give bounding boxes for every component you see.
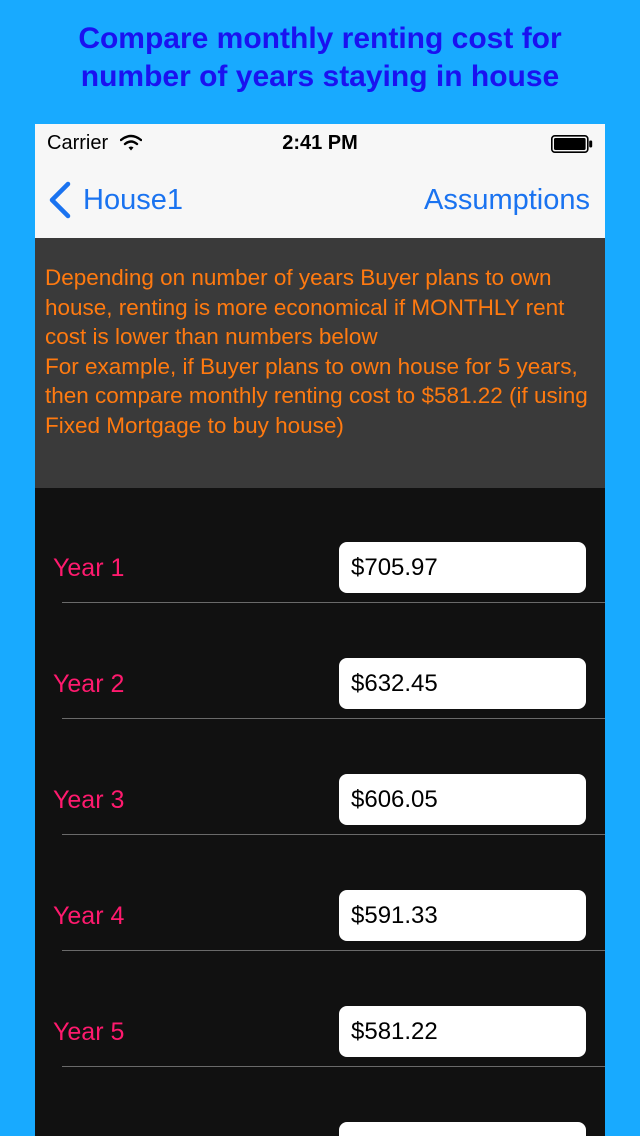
- banner-title: Compare monthly renting cost for number …: [78, 22, 562, 93]
- row-divider: [62, 950, 605, 951]
- cost-field[interactable]: $591.33: [339, 890, 586, 941]
- info-text: Depending on number of years Buyer plans…: [45, 265, 588, 438]
- list-item: [35, 1068, 605, 1136]
- assumptions-button[interactable]: Assumptions: [424, 180, 590, 220]
- cost-field[interactable]: $581.22: [339, 1006, 586, 1057]
- list-item: Year 2 $632.45: [35, 604, 605, 720]
- navigation-bar: House1 Assumptions: [35, 164, 605, 239]
- year-label: Year 1: [53, 554, 125, 582]
- info-panel: Depending on number of years Buyer plans…: [35, 238, 605, 488]
- status-time: 2:41 PM: [282, 132, 358, 154]
- cost-field[interactable]: $606.05: [339, 774, 586, 825]
- chevron-left-icon: [49, 181, 71, 219]
- list-item: Year 1 $705.97: [35, 488, 605, 604]
- battery-icon: [551, 135, 593, 153]
- year-cost-list: Year 1 $705.97 Year 2 $632.45 Year 3 $60…: [35, 488, 605, 1136]
- cost-field[interactable]: $705.97: [339, 542, 586, 593]
- year-label: Year 2: [53, 670, 125, 698]
- row-divider: [62, 1066, 605, 1067]
- year-label: Year 5: [53, 1018, 125, 1046]
- list-item: Year 4 $591.33: [35, 836, 605, 952]
- list-item: Year 3 $606.05: [35, 720, 605, 836]
- cost-field[interactable]: [339, 1122, 586, 1136]
- row-divider: [62, 602, 605, 603]
- cost-field[interactable]: $632.45: [339, 658, 586, 709]
- phone-screen: Carrier 2:41 PM House1 Assumptions Depen…: [35, 124, 605, 1136]
- row-divider: [62, 718, 605, 719]
- back-button[interactable]: House1: [47, 180, 183, 220]
- list-item: Year 5 $581.22: [35, 952, 605, 1068]
- row-divider: [62, 834, 605, 835]
- status-bar: Carrier 2:41 PM: [35, 124, 605, 164]
- year-label: Year 4: [53, 902, 125, 930]
- year-label: Year 3: [53, 786, 125, 814]
- back-button-label: House1: [83, 183, 183, 216]
- top-banner: Compare monthly renting cost for number …: [0, 0, 640, 124]
